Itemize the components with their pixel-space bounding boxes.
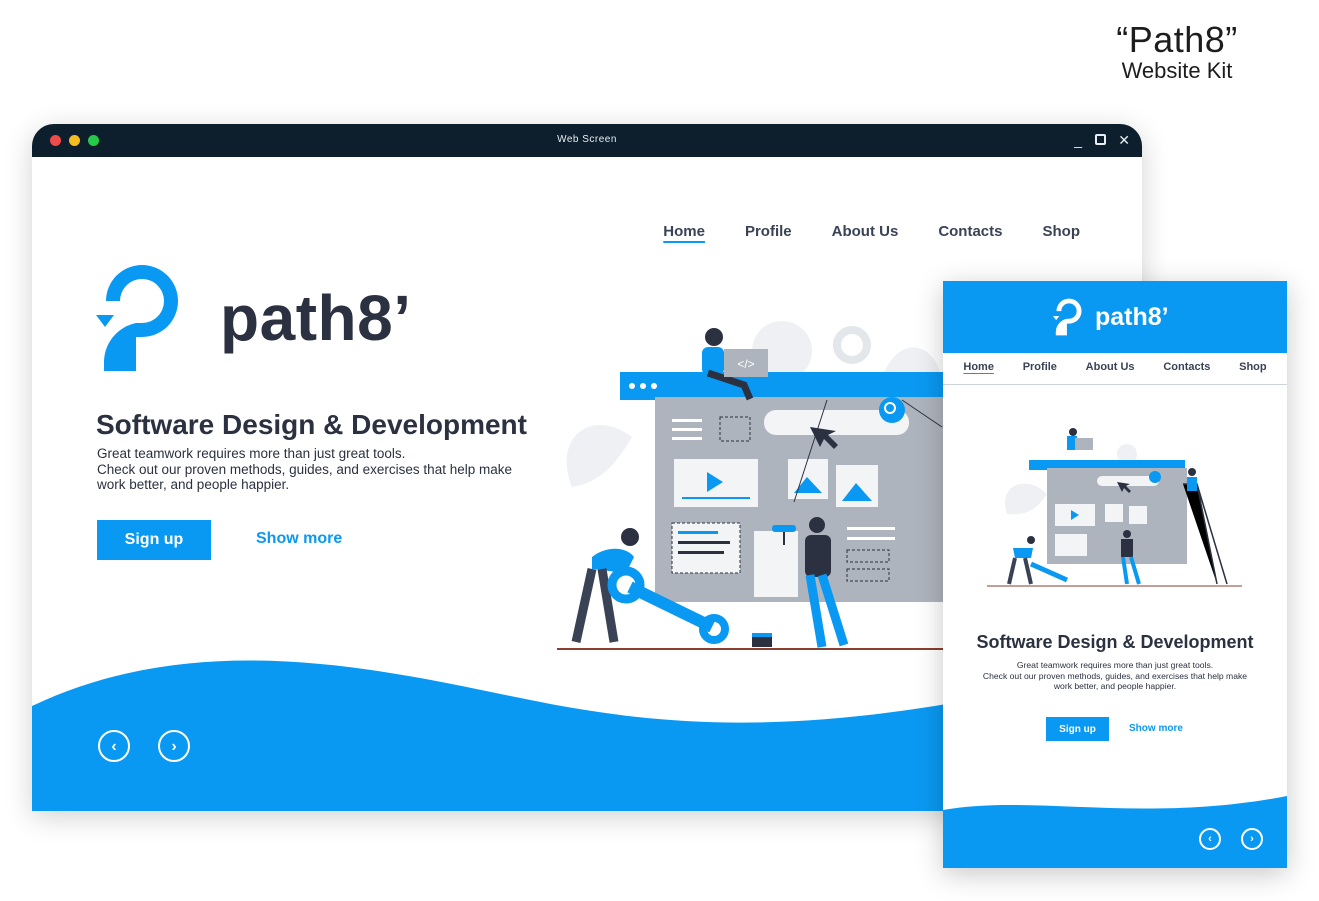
kit-title-sub: Website Kit: [1121, 58, 1233, 83]
mobile-nav: Home Profile About Us Contacts Shop: [943, 361, 1287, 373]
signup-button[interactable]: Sign up: [97, 520, 211, 560]
mobile-hero-line-2: Check out our proven methods, guides, an…: [982, 670, 1248, 681]
path8-logo-icon: [96, 265, 178, 371]
hero-line-3: work better, and people happier.: [97, 477, 290, 492]
hero-headline: Software Design & Development: [96, 409, 527, 440]
mobile-hero-wave: [943, 796, 1287, 868]
mobile-nav-about-us[interactable]: About Us: [1086, 361, 1135, 373]
hero-description: Great teamwork requires more than just g…: [97, 446, 557, 493]
mobile-carousel-next-icon[interactable]: ›: [1241, 828, 1263, 850]
path8-logo-icon: [1053, 298, 1082, 336]
mobile-hero-description: Great teamwork requires more than just g…: [965, 660, 1265, 692]
mobile-nav-divider: [943, 384, 1287, 385]
window-title: Web Screen: [557, 134, 617, 145]
brand-name: path8’: [220, 282, 412, 354]
kit-title: “Path8” Website Kit: [1097, 22, 1257, 84]
nav-contacts[interactable]: Contacts: [938, 223, 1002, 240]
nav-profile[interactable]: Profile: [745, 223, 792, 240]
mobile-team-illustration: [987, 428, 1242, 587]
team-illustration: </>: [557, 321, 952, 650]
mobile-nav-contacts[interactable]: Contacts: [1163, 361, 1210, 373]
brand-logo: path8’: [96, 263, 411, 373]
nav-home[interactable]: Home: [663, 223, 705, 240]
mobile-show-more-link[interactable]: Show more: [1129, 723, 1183, 734]
mobile-header: path8’: [943, 281, 1287, 353]
mobile-mockup: path8’ Home Profile About Us Contacts Sh…: [943, 281, 1287, 868]
carousel-next-icon[interactable]: ›: [158, 730, 190, 762]
minimize-icon[interactable]: _: [1074, 130, 1082, 150]
show-more-link[interactable]: Show more: [256, 530, 342, 548]
kit-title-main: “Path8”: [1116, 19, 1238, 60]
mobile-nav-home[interactable]: Home: [963, 361, 994, 373]
nav-about-us[interactable]: About Us: [832, 223, 899, 240]
mobile-hero-headline: Software Design & Development: [976, 632, 1254, 652]
window-titlebar: Web Screen _ ✕: [32, 124, 1142, 157]
hero-line-2: Check out our proven methods, guides, an…: [97, 461, 512, 477]
mobile-brand-logo: path8’: [1053, 297, 1169, 337]
code-tag-label: </>: [737, 357, 754, 371]
nav-shop[interactable]: Shop: [1043, 223, 1081, 240]
mobile-brand-name: path8’: [1095, 302, 1169, 331]
main-nav: Home Profile About Us Contacts Shop: [623, 223, 1080, 240]
mobile-hero-line-3: work better, and people happier.: [1053, 681, 1177, 691]
carousel-prev-icon[interactable]: ‹: [98, 730, 130, 762]
close-icon[interactable]: ✕: [1118, 130, 1130, 150]
mobile-hero-line-1: Great teamwork requires more than just g…: [1016, 660, 1214, 670]
mobile-nav-shop[interactable]: Shop: [1239, 361, 1267, 373]
maximize-icon[interactable]: [1095, 130, 1106, 150]
mobile-nav-profile[interactable]: Profile: [1023, 361, 1057, 373]
hero-line-1: Great teamwork requires more than just g…: [97, 446, 406, 461]
mobile-carousel-prev-icon[interactable]: ‹: [1199, 828, 1221, 850]
mobile-signup-button[interactable]: Sign up: [1046, 717, 1109, 741]
